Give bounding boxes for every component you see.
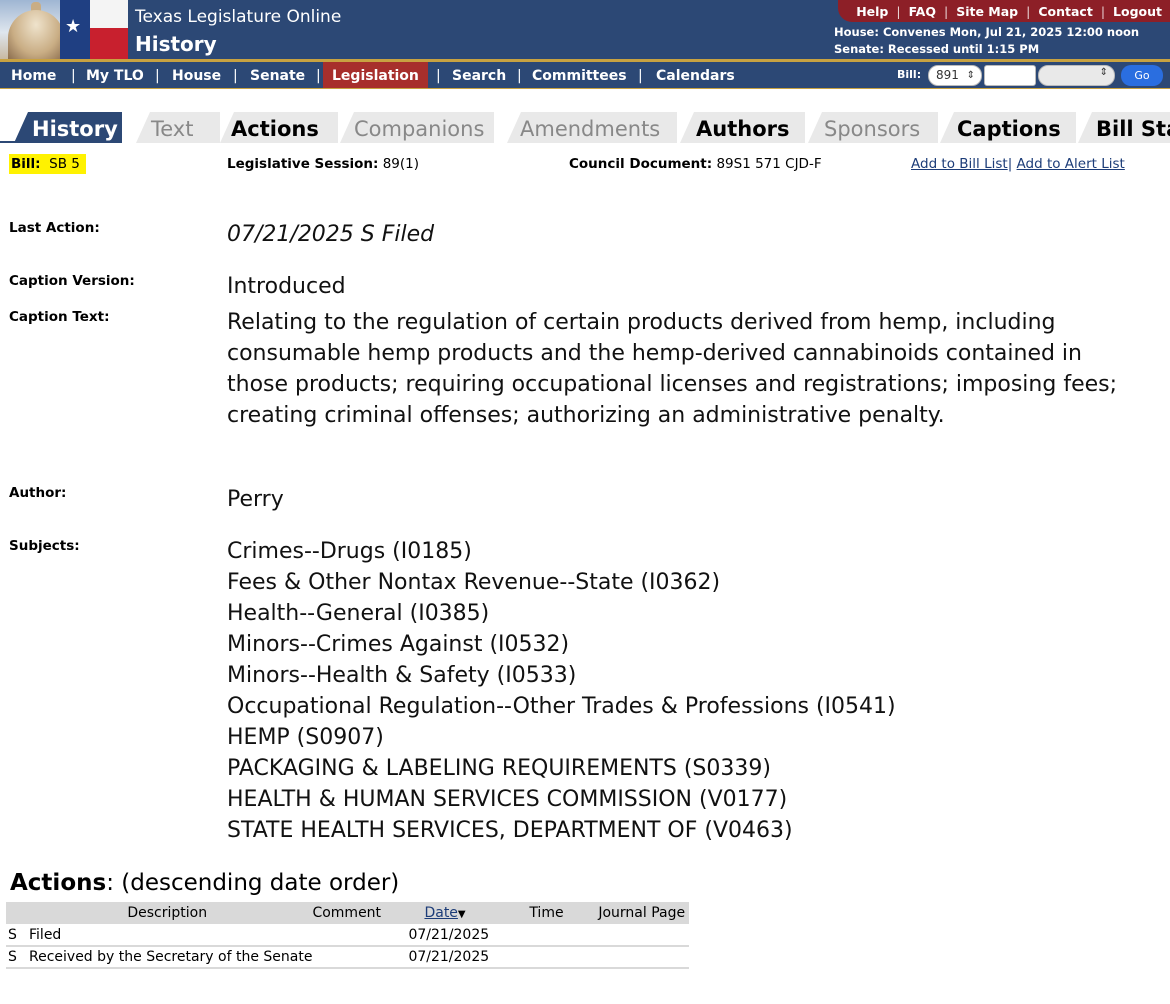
council-document: Council Document: 89S1 571 CJD-F [569, 156, 822, 172]
caption-text-value: Relating to the regulation of certain pr… [227, 310, 1118, 428]
help-link[interactable]: Help [856, 4, 888, 19]
capitol-logo[interactable]: ★ [0, 0, 128, 59]
subject-item: Minors--Health & Safety (I0533) [227, 663, 577, 688]
subject-item: HEALTH & HUMAN SERVICES COMMISSION (V017… [227, 787, 788, 812]
col-journal-page: Journal Page [594, 902, 689, 924]
page-title: History [135, 32, 217, 56]
actions-heading: Actions: (descending date order) [10, 870, 400, 896]
caption-version-label: Caption Version: [9, 273, 135, 289]
table-row: S Received by the Secretary of the Senat… [6, 946, 689, 969]
site-header: ★ Texas Legislature Online History Help |… [0, 0, 1170, 62]
caption-version-value: Introduced [227, 274, 346, 299]
nav-my-tlo[interactable]: My TLO [86, 62, 144, 88]
nav-calendars[interactable]: Calendars [656, 62, 735, 88]
nav-legislation[interactable]: Legislation [323, 62, 428, 88]
subject-item: STATE HEALTH SERVICES, DEPARTMENT OF (V0… [227, 818, 793, 843]
nav-house[interactable]: House [172, 62, 221, 88]
bill-type-select[interactable]: 891 ⇕ [928, 65, 982, 86]
col-comment: Comment [312, 902, 409, 924]
tab-history[interactable]: History [32, 111, 118, 143]
caption-text-label: Caption Text: [9, 309, 110, 325]
nav-home[interactable]: Home [11, 62, 56, 88]
tab-authors[interactable]: Authors [696, 111, 789, 143]
contact-link[interactable]: Contact [1038, 4, 1092, 19]
senate-status: Senate: Recessed until 1:15 PM [834, 42, 1040, 56]
logout-link[interactable]: Logout [1113, 4, 1162, 19]
site-title: Texas Legislature Online [135, 7, 342, 27]
col-description: Description [22, 902, 313, 924]
subjects-list: Crimes--Drugs (I0185) Fees & Other Nonta… [227, 536, 896, 846]
subject-item: Crimes--Drugs (I0185) [227, 539, 472, 564]
tab-amendments[interactable]: Amendments [520, 111, 660, 143]
bill-search-label: Bill: [897, 68, 922, 81]
nav-search[interactable]: Search [452, 62, 506, 88]
author-label: Author: [9, 485, 67, 501]
subjects-label: Subjects: [9, 538, 80, 554]
table-row: S Filed 07/21/2025 [6, 924, 689, 947]
site-map-link[interactable]: Site Map [956, 4, 1018, 19]
subject-item: PACKAGING & LABELING REQUIREMENTS (S0339… [227, 756, 771, 781]
sort-desc-icon: ▼ [457, 909, 466, 920]
subject-item: Minors--Crimes Against (I0532) [227, 632, 570, 657]
house-status: House: Convenes Mon, Jul 21, 2025 12:00 … [834, 25, 1140, 39]
updown-icon: ⇕ [966, 70, 975, 81]
add-to-alert-list-link[interactable]: Add to Alert List [1017, 156, 1125, 172]
star-icon: ★ [65, 16, 82, 37]
bill-tabs: History Text Actions Companions Amendmen… [0, 111, 1170, 143]
tab-companions[interactable]: Companions [354, 111, 484, 143]
subject-item: Fees & Other Nontax Revenue--State (I036… [227, 570, 721, 595]
updown-icon: ⇕ [1099, 67, 1108, 78]
actions-table: Description Comment Date▼ Time Journal P… [6, 902, 689, 969]
go-button[interactable]: Go [1121, 65, 1163, 86]
list-links: Add to Bill List| Add to Alert List [911, 156, 1125, 172]
add-to-bill-list-link[interactable]: Add to Bill List [911, 156, 1008, 172]
bill-number-input[interactable] [984, 65, 1036, 86]
tab-actions[interactable]: Actions [231, 111, 319, 143]
col-time: Time [498, 902, 595, 924]
col-date[interactable]: Date▼ [408, 902, 499, 924]
subject-item: Occupational Regulation--Other Trades & … [227, 694, 896, 719]
legislative-session: Legislative Session: 89(1) [227, 156, 420, 172]
tab-captions[interactable]: Captions [957, 111, 1061, 143]
last-action-label: Last Action: [9, 220, 100, 236]
session-select[interactable]: ⇕ [1038, 65, 1115, 86]
nav-senate[interactable]: Senate [250, 62, 305, 88]
subject-item: Health--General (I0385) [227, 601, 490, 626]
tab-text[interactable]: Text [151, 111, 193, 143]
subject-item: HEMP (S0907) [227, 725, 384, 750]
faq-link[interactable]: FAQ [909, 4, 936, 19]
nav-committees[interactable]: Committees [532, 62, 627, 88]
tab-sponsors[interactable]: Sponsors [824, 111, 920, 143]
top-links: Help | FAQ | Site Map | Contact | Logout [856, 4, 1162, 19]
author-value: Perry [227, 487, 284, 512]
tab-bill-stages[interactable]: Bill Stages [1096, 111, 1170, 143]
last-action-value: 07/21/2025 S Filed [227, 222, 435, 247]
bill-id: Bill: SB 5 [9, 154, 86, 174]
